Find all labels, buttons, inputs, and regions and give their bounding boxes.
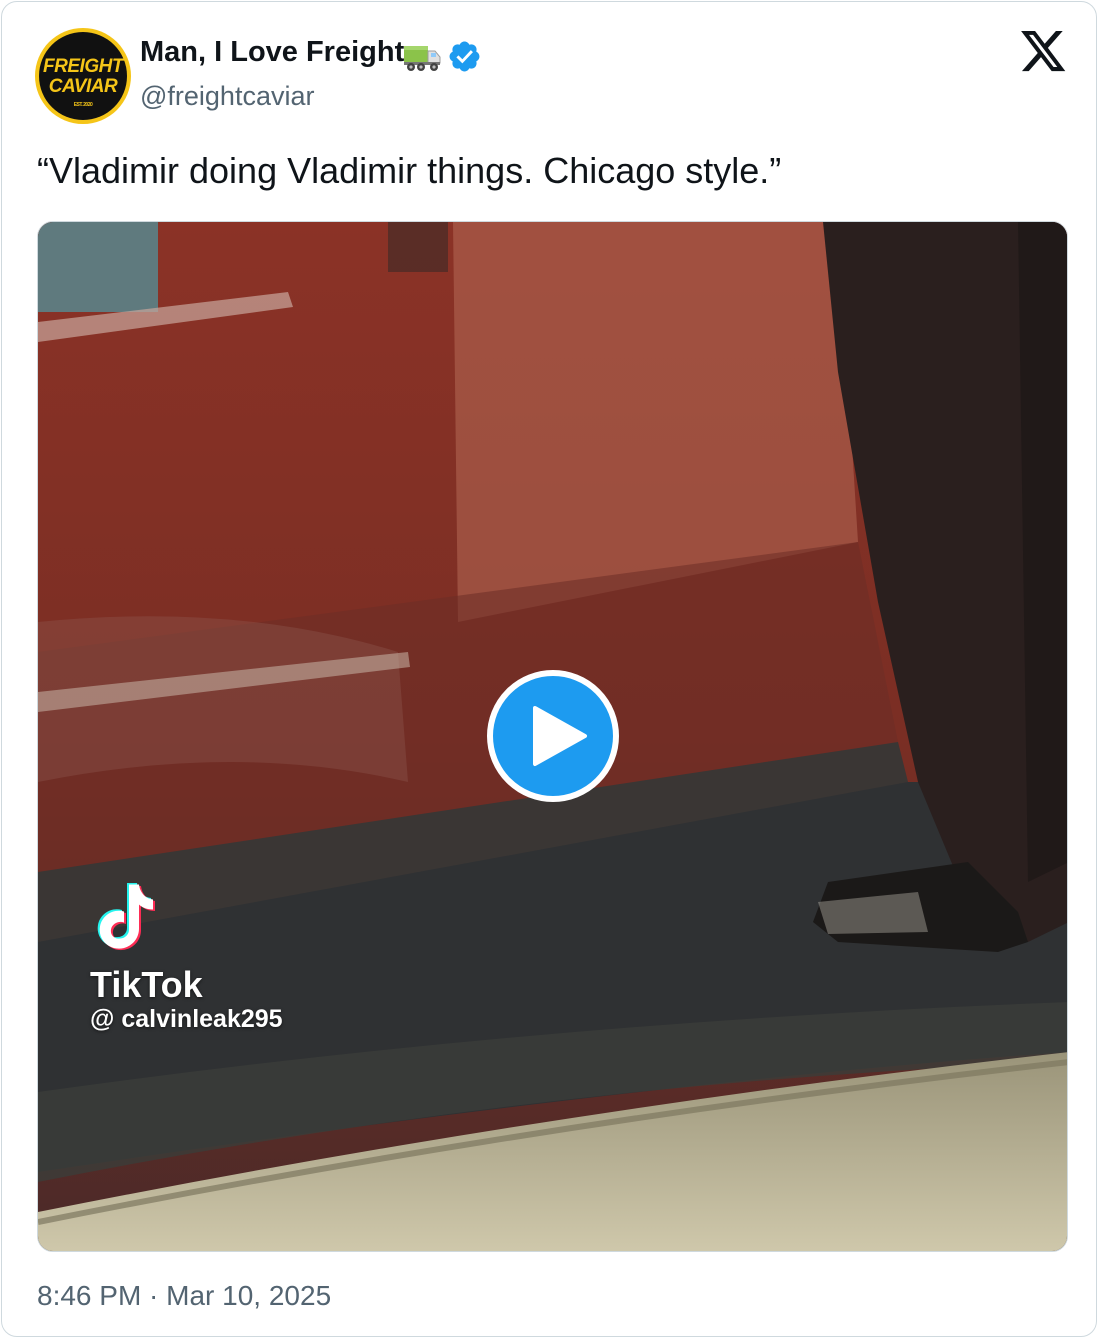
tiktok-watermark-brand: TikTok bbox=[90, 964, 203, 1005]
author-handle[interactable]: @freightcaviar bbox=[140, 81, 314, 112]
avatar[interactable]: FREIGHT CAVIAR EST. 2020 bbox=[35, 28, 131, 124]
x-logo-icon[interactable] bbox=[1021, 31, 1067, 73]
tweet-text: “Vladimir doing Vladimir things. Chicago… bbox=[37, 150, 782, 191]
play-button[interactable] bbox=[487, 670, 619, 802]
avatar-logo-text-1: FREIGHT bbox=[43, 56, 123, 77]
avatar-logo-text-3: EST. 2020 bbox=[73, 102, 93, 108]
author-display-name[interactable]: Man, I Love Freight bbox=[140, 36, 404, 69]
tiktok-logo-icon bbox=[97, 883, 155, 951]
tweet-card: FREIGHT CAVIAR EST. 2020 Man, I Love Fre… bbox=[1, 1, 1097, 1337]
truck-icon bbox=[404, 46, 441, 71]
tiktok-watermark-user: @ calvinleak295 bbox=[90, 1005, 283, 1033]
tweet-timestamp[interactable]: 8:46 PM · Mar 10, 2025 bbox=[37, 1280, 331, 1312]
verified-badge-icon[interactable] bbox=[447, 39, 482, 74]
avatar-logo: FREIGHT CAVIAR EST. 2020 bbox=[39, 32, 127, 120]
play-icon bbox=[533, 706, 587, 766]
avatar-logo-text-2: CAVIAR bbox=[48, 76, 118, 97]
